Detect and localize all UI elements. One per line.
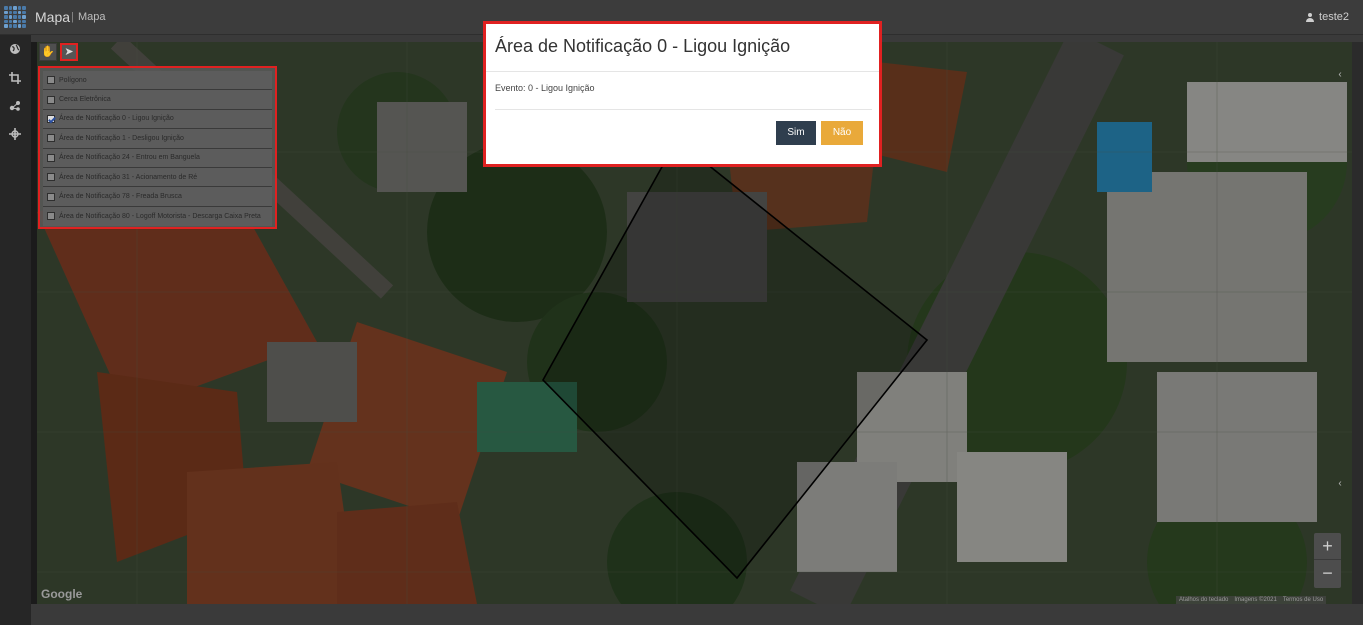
layer-label: Área de Notificação 0 - Ligou Ignição xyxy=(59,115,174,123)
chevron-left-icon[interactable]: ‹ xyxy=(1335,478,1345,490)
dialog-body: Evento: 0 - Ligou Ignição xyxy=(495,83,595,93)
layer-label: Cerca Eletrônica xyxy=(59,96,111,104)
user-menu[interactable]: teste2 xyxy=(1306,11,1349,23)
layer-label: Área de Notificação 24 - Entrou em Bangu… xyxy=(59,154,200,162)
notification-dialog: Área de Notificação 0 - Ligou Ignição Ev… xyxy=(483,21,882,167)
layer-checkbox[interactable] xyxy=(47,76,55,85)
share-nodes-icon[interactable] xyxy=(9,100,21,112)
crosshair-icon[interactable] xyxy=(9,128,21,140)
terms-link[interactable]: Termos de Uso xyxy=(1283,597,1323,603)
chevron-left-icon[interactable]: ‹ xyxy=(1335,69,1345,81)
zoom-out-button[interactable]: − xyxy=(1314,560,1341,587)
crop-icon[interactable] xyxy=(9,72,21,84)
hand-icon: ✋ xyxy=(41,46,55,58)
layer-checkbox[interactable] xyxy=(47,212,55,221)
layer-checkbox[interactable] xyxy=(47,153,55,162)
globe-icon[interactable] xyxy=(9,43,21,55)
google-logo: Google xyxy=(41,587,83,601)
layer-checkbox[interactable] xyxy=(47,95,55,104)
select-tool-button[interactable]: ➤ xyxy=(60,43,78,61)
map-attribution: Atalhos do teclado Imagens ©2021 Termos … xyxy=(1176,596,1327,604)
zoom-in-button[interactable]: + xyxy=(1314,533,1341,560)
user-name: teste2 xyxy=(1319,11,1349,23)
layer-label: Área de Notificação 1 - Desligou Ignição xyxy=(59,134,184,142)
imagery-credit: Imagens ©2021 xyxy=(1234,597,1277,603)
layer-checkbox[interactable] xyxy=(47,134,55,143)
dialog-title: Área de Notificação 0 - Ligou Ignição xyxy=(495,36,791,56)
layer-item[interactable]: Área de Notificação 80 - Logoff Motorist… xyxy=(43,206,272,227)
layer-label: Área de Notificação 80 - Logoff Motorist… xyxy=(59,212,261,220)
layer-item[interactable]: Área de Notificação 24 - Entrou em Bangu… xyxy=(43,148,272,168)
breadcrumb-separator: | xyxy=(71,11,74,23)
layer-label: Área de Notificação 31 - Acionamento de … xyxy=(59,173,198,181)
layer-item[interactable]: Área de Notificação 0 - Ligou Ignição xyxy=(43,109,272,130)
bottom-bar xyxy=(31,604,1363,625)
divider xyxy=(495,109,872,110)
sidebar xyxy=(0,35,31,625)
layer-item[interactable]: Polígono xyxy=(43,71,272,91)
confirm-button[interactable]: Sim xyxy=(776,121,816,145)
layer-panel: Polígono Cerca Eletrônica Área de Notifi… xyxy=(38,66,277,229)
layer-label: Polígono xyxy=(59,76,87,84)
layer-item[interactable]: Cerca Eletrônica xyxy=(43,90,272,110)
cancel-button[interactable]: Não xyxy=(821,121,863,145)
keyboard-shortcuts-link[interactable]: Atalhos do teclado xyxy=(1179,597,1228,603)
layer-label: Área de Notificação 78 - Freada Brusca xyxy=(59,193,182,201)
layer-checkbox[interactable] xyxy=(47,114,55,123)
app-logo[interactable] xyxy=(4,6,26,28)
page-title: Mapa xyxy=(35,9,71,25)
layer-item[interactable]: Área de Notificação 78 - Freada Brusca xyxy=(43,187,272,207)
breadcrumb: Mapa xyxy=(78,11,106,23)
map-side-strip xyxy=(1352,42,1363,604)
pointer-icon: ➤ xyxy=(64,46,74,58)
user-icon xyxy=(1306,12,1315,22)
map-draw-toolbar: ✋ ➤ xyxy=(39,43,78,61)
layer-checkbox[interactable] xyxy=(47,192,55,201)
layer-item[interactable]: Área de Notificação 31 - Acionamento de … xyxy=(43,167,272,188)
zoom-control: + − xyxy=(1314,533,1341,588)
layer-item[interactable]: Área de Notificação 1 - Desligou Ignição xyxy=(43,129,272,149)
divider xyxy=(486,71,879,72)
hand-tool-button[interactable]: ✋ xyxy=(39,43,57,61)
layer-checkbox[interactable] xyxy=(47,173,55,182)
